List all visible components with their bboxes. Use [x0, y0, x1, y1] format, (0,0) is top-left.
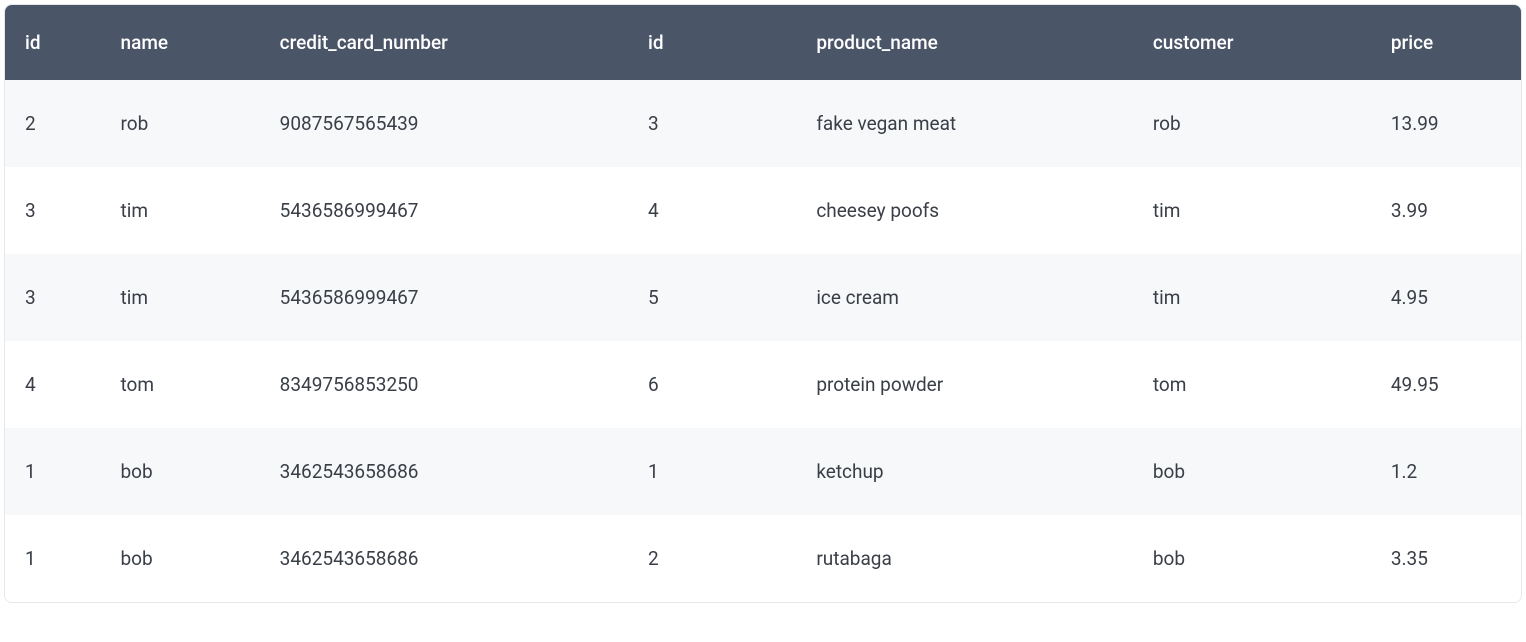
cell-id: 1: [5, 515, 101, 602]
col-header-id-2: id: [628, 5, 796, 80]
col-header-customer: customer: [1133, 5, 1371, 80]
cell-credit-card-number: 5436586999467: [260, 254, 628, 341]
cell-id: 3: [5, 254, 101, 341]
cell-customer: rob: [1133, 80, 1371, 167]
cell-price: 1.2: [1371, 428, 1521, 515]
cell-id-2: 4: [628, 167, 796, 254]
cell-name: tim: [101, 167, 260, 254]
cell-price: 3.99: [1371, 167, 1521, 254]
cell-product-name: fake vegan meat: [796, 80, 1133, 167]
table-row: 3 tim 5436586999467 4 cheesey poofs tim …: [5, 167, 1521, 254]
data-table: id name credit_card_number id product_na…: [5, 5, 1521, 602]
cell-credit-card-number: 3462543658686: [260, 428, 628, 515]
cell-id: 1: [5, 428, 101, 515]
table-header-row: id name credit_card_number id product_na…: [5, 5, 1521, 80]
cell-id-2: 2: [628, 515, 796, 602]
col-header-product-name: product_name: [796, 5, 1133, 80]
cell-name: bob: [101, 428, 260, 515]
cell-name: bob: [101, 515, 260, 602]
cell-name: tom: [101, 341, 260, 428]
cell-customer: bob: [1133, 515, 1371, 602]
cell-id-2: 6: [628, 341, 796, 428]
cell-customer: bob: [1133, 428, 1371, 515]
cell-id: 2: [5, 80, 101, 167]
cell-credit-card-number: 9087567565439: [260, 80, 628, 167]
col-header-name: name: [101, 5, 260, 80]
data-table-container: id name credit_card_number id product_na…: [4, 4, 1522, 603]
cell-id: 4: [5, 341, 101, 428]
cell-id-2: 1: [628, 428, 796, 515]
cell-customer: tom: [1133, 341, 1371, 428]
table-row: 4 tom 8349756853250 6 protein powder tom…: [5, 341, 1521, 428]
cell-id-2: 3: [628, 80, 796, 167]
table-row: 1 bob 3462543658686 1 ketchup bob 1.2: [5, 428, 1521, 515]
cell-price: 3.35: [1371, 515, 1521, 602]
cell-product-name: ketchup: [796, 428, 1133, 515]
col-header-credit-card-number: credit_card_number: [260, 5, 628, 80]
cell-product-name: cheesey poofs: [796, 167, 1133, 254]
cell-product-name: rutabaga: [796, 515, 1133, 602]
cell-price: 4.95: [1371, 254, 1521, 341]
cell-id: 3: [5, 167, 101, 254]
cell-customer: tim: [1133, 167, 1371, 254]
col-header-price: price: [1371, 5, 1521, 80]
cell-credit-card-number: 3462543658686: [260, 515, 628, 602]
cell-credit-card-number: 5436586999467: [260, 167, 628, 254]
table-row: 1 bob 3462543658686 2 rutabaga bob 3.35: [5, 515, 1521, 602]
cell-credit-card-number: 8349756853250: [260, 341, 628, 428]
cell-id-2: 5: [628, 254, 796, 341]
cell-product-name: ice cream: [796, 254, 1133, 341]
cell-name: tim: [101, 254, 260, 341]
cell-customer: tim: [1133, 254, 1371, 341]
cell-price: 49.95: [1371, 341, 1521, 428]
table-row: 2 rob 9087567565439 3 fake vegan meat ro…: [5, 80, 1521, 167]
cell-price: 13.99: [1371, 80, 1521, 167]
cell-product-name: protein powder: [796, 341, 1133, 428]
col-header-id: id: [5, 5, 101, 80]
cell-name: rob: [101, 80, 260, 167]
table-row: 3 tim 5436586999467 5 ice cream tim 4.95: [5, 254, 1521, 341]
